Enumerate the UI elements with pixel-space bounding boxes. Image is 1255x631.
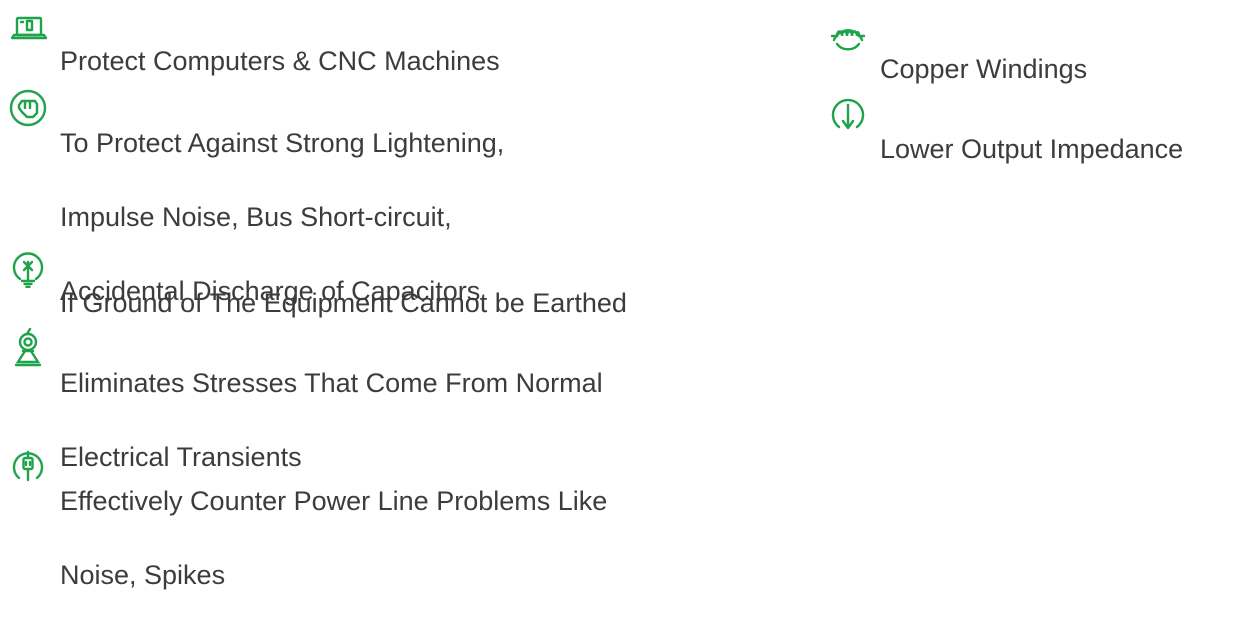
coil-icon bbox=[828, 14, 868, 54]
feature-line: Effectively Counter Power Line Problems … bbox=[60, 486, 608, 516]
feature-line: Eliminates Stresses That Come From Norma… bbox=[60, 368, 603, 398]
arrow-down-circle-icon bbox=[828, 94, 868, 134]
ground-icon bbox=[8, 248, 48, 288]
feature-line: To Protect Against Strong Lightening, bbox=[60, 128, 505, 158]
feature-text: Lower Output Impedance bbox=[880, 94, 1183, 205]
feature-line: Protect Computers & CNC Machines bbox=[60, 46, 500, 76]
feature-line: Lower Output Impedance bbox=[880, 134, 1184, 164]
stress-relief-icon bbox=[8, 328, 48, 368]
feature-line: Noise, Spikes bbox=[60, 560, 226, 590]
power-plug-icon bbox=[8, 446, 48, 486]
feature-lower-output-impedance: Lower Output Impedance bbox=[828, 94, 1183, 205]
feature-line: If Ground of The Equipment Cannot be Ear… bbox=[60, 288, 627, 318]
feature-line: Copper Windings bbox=[880, 54, 1088, 84]
feature-power-line: Effectively Counter Power Line Problems … bbox=[8, 446, 607, 631]
hand-shield-icon bbox=[8, 88, 48, 128]
computer-icon bbox=[8, 6, 48, 46]
feature-line: Impulse Noise, Bus Short-circuit, bbox=[60, 202, 452, 232]
feature-text: Effectively Counter Power Line Problems … bbox=[60, 446, 607, 631]
